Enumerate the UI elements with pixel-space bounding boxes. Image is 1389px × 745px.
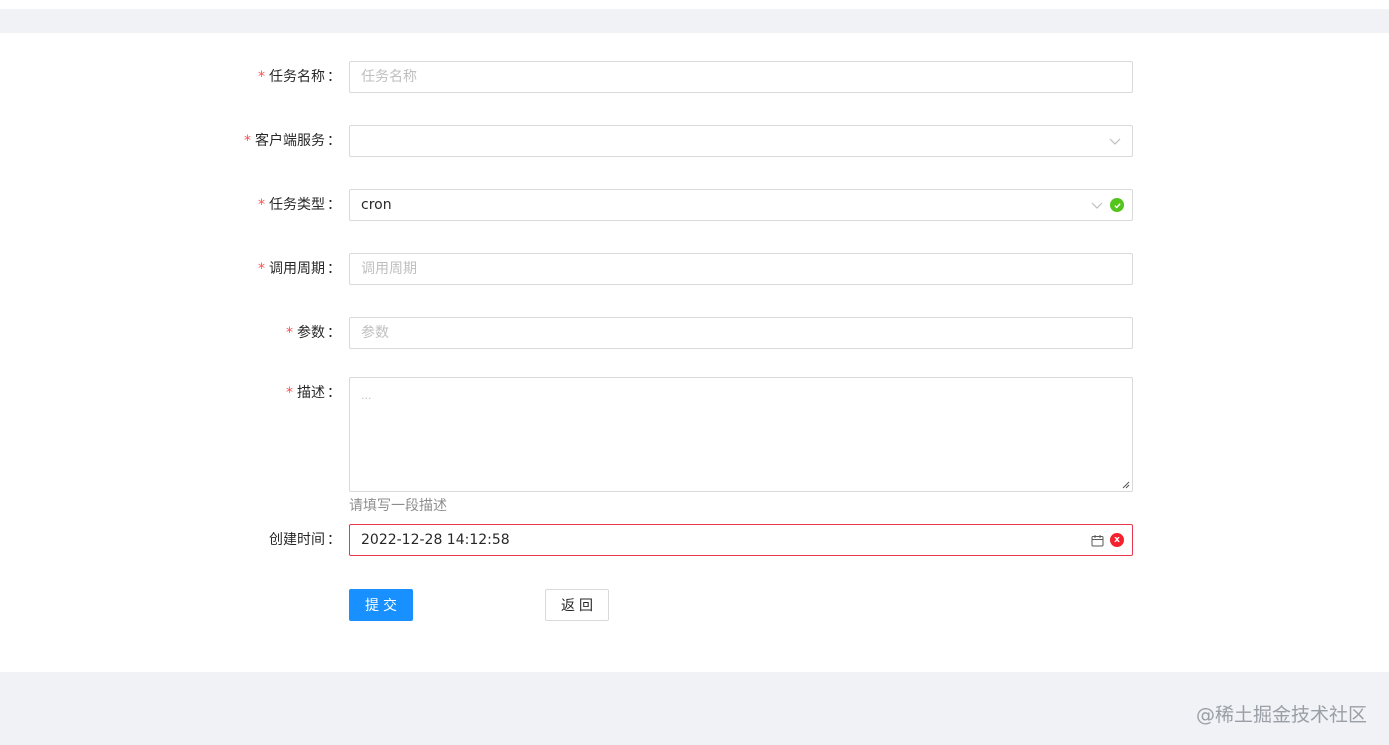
client-service-label: * 客户端服务： [244, 125, 341, 157]
form-actions: 提交 返回 [0, 589, 1389, 621]
params-input[interactable]: 参数 [349, 317, 1133, 349]
label-colon: ： [327, 325, 341, 341]
task-name-placeholder: 任务名称 [361, 69, 417, 85]
task-name-label: * 任务名称： [258, 61, 341, 93]
check-circle-icon [1110, 190, 1124, 220]
chevron-down-icon [1091, 190, 1103, 220]
task-type-value: cron [361, 197, 392, 213]
required-mark: * [258, 197, 265, 213]
created-time-value: 2022-12-28 14:12:58 [361, 532, 510, 548]
description-textarea[interactable]: ... [349, 377, 1133, 492]
description-help-text: 请填写一段描述 [349, 498, 447, 514]
form-row-description: * 描述： ... 请填写一段描述 [0, 377, 1389, 527]
params-placeholder: 参数 [361, 325, 389, 341]
description-label: * 描述： [286, 377, 341, 409]
schedule-label: * 调用周期： [258, 253, 341, 285]
calendar-icon[interactable] [1091, 525, 1104, 555]
required-mark: * [286, 385, 293, 401]
client-service-select[interactable] [349, 125, 1133, 157]
form-row-task-type: * 任务类型： cron [0, 189, 1389, 221]
label-colon: ： [327, 197, 341, 213]
description-placeholder: ... [361, 389, 372, 402]
form-row-params: * 参数： 参数 [0, 317, 1389, 349]
form-panel: * 任务名称： 任务名称 * 客户端服务： * 任务类型： cron * 调用周… [0, 33, 1389, 672]
resize-handle-icon[interactable] [1121, 480, 1130, 489]
schedule-input[interactable]: 调用周期 [349, 253, 1133, 285]
form-row-schedule: * 调用周期： 调用周期 [0, 253, 1389, 285]
chevron-down-icon [1109, 126, 1121, 156]
task-type-label-text: 任务类型 [269, 197, 325, 213]
label-colon: ： [327, 532, 341, 548]
params-label: * 参数： [286, 317, 341, 349]
form-row-task-name: * 任务名称： 任务名称 [0, 61, 1389, 93]
created-time-picker[interactable]: 2022-12-28 14:12:58 x [349, 524, 1133, 556]
label-colon: ： [327, 261, 341, 277]
schedule-label-text: 调用周期 [269, 261, 325, 277]
top-strip [0, 0, 1389, 9]
task-type-select[interactable]: cron [349, 189, 1133, 221]
back-button[interactable]: 返回 [545, 589, 609, 621]
params-label-text: 参数 [297, 325, 325, 341]
task-name-input[interactable]: 任务名称 [349, 61, 1133, 93]
required-mark: * [258, 261, 265, 277]
client-service-label-text: 客户端服务 [255, 133, 325, 149]
label-colon: ： [327, 385, 341, 401]
submit-button[interactable]: 提交 [349, 589, 413, 621]
description-label-text: 描述 [297, 385, 325, 401]
created-time-label: 创建时间： [269, 524, 341, 556]
form-row-client-service: * 客户端服务： [0, 125, 1389, 157]
schedule-placeholder: 调用周期 [361, 261, 417, 277]
label-colon: ： [327, 69, 341, 85]
required-mark: * [258, 69, 265, 85]
watermark-text: @稀土掘金技术社区 [1195, 704, 1367, 726]
task-name-label-text: 任务名称 [269, 69, 325, 85]
close-circle-icon[interactable]: x [1110, 525, 1124, 555]
required-mark: * [244, 133, 251, 149]
task-type-label: * 任务类型： [258, 189, 341, 221]
required-mark: * [286, 325, 293, 341]
created-time-label-text: 创建时间 [269, 532, 325, 548]
form-row-created-time: 创建时间： 2022-12-28 14:12:58 x [0, 524, 1389, 556]
label-colon: ： [327, 133, 341, 149]
